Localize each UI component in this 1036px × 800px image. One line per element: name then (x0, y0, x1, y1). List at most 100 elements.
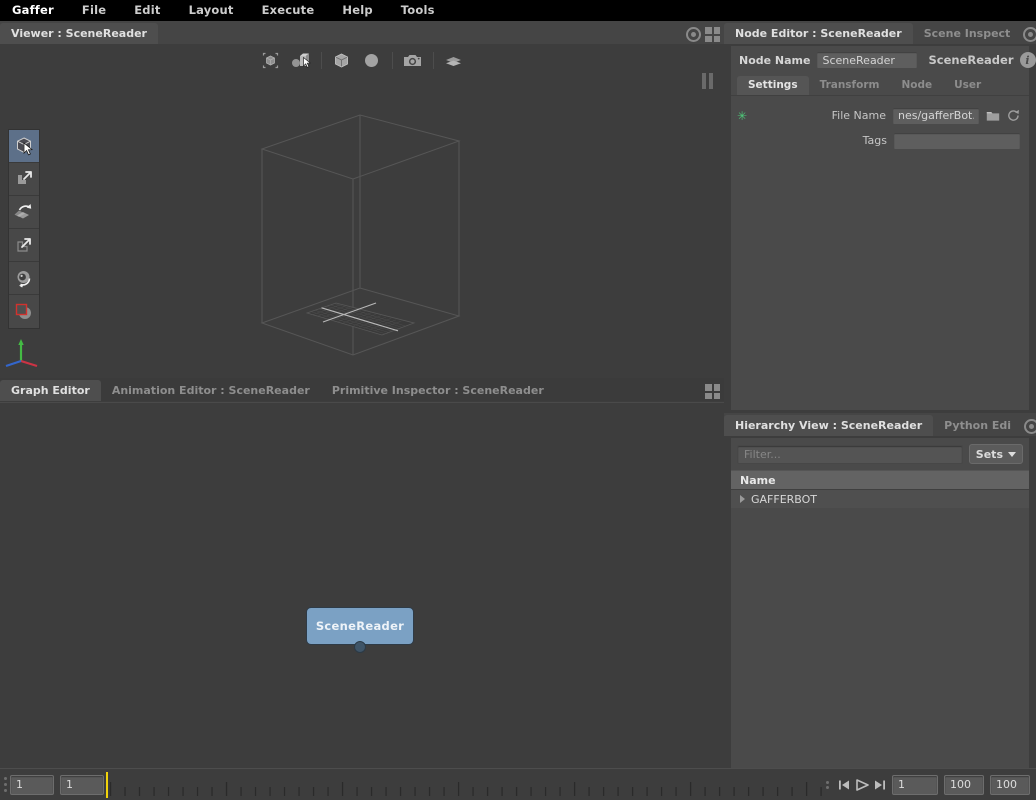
info-icon[interactable]: i (1019, 52, 1036, 68)
toolbar-separator-1 (320, 51, 322, 69)
tags-label: Tags (862, 134, 887, 147)
tree-row-label: GAFFERBOT (751, 492, 818, 506)
scale-tool[interactable] (9, 229, 39, 262)
viewer-tabbar: Viewer : SceneReader (0, 21, 724, 45)
viewer-corner-icons (684, 27, 724, 44)
timeline-end-frame-input[interactable] (944, 774, 984, 795)
pin-target-icon[interactable] (1023, 27, 1036, 42)
skip-to-end-button[interactable] (872, 776, 888, 794)
tab-viewer[interactable]: Viewer : SceneReader (0, 23, 158, 44)
tab-hierarchy-view[interactable]: Hierarchy View : SceneReader (724, 415, 934, 436)
camera-tool[interactable] (9, 262, 39, 295)
file-name-label: File Name (831, 109, 886, 122)
graph-corner-icons (703, 384, 724, 401)
node-editor-subtabs: Settings Transform Node User (731, 74, 1029, 96)
node-name-input[interactable] (816, 51, 919, 69)
node-editor-panel: Node Editor : SceneReader Scene Inspect … (724, 21, 1036, 411)
timeline-start-frame-input[interactable] (10, 774, 54, 795)
translate-tool[interactable] (9, 163, 39, 196)
param-row-tags: Tags (735, 131, 1021, 150)
subtab-user[interactable]: User (943, 76, 992, 95)
tab-primitive-inspector[interactable]: Primitive Inspector : SceneReader (321, 380, 555, 401)
node-editor-body: Node Name SceneReader i Settings Transfo… (730, 45, 1036, 411)
parameter-area: ✳ File Name Tags (731, 96, 1029, 150)
viewer-body[interactable] (0, 45, 724, 378)
subtab-node[interactable]: Node (890, 76, 943, 95)
chevron-down-icon (1008, 451, 1016, 457)
axis-gizmo (5, 339, 38, 368)
rotate-tool[interactable] (9, 196, 39, 229)
pin-target-icon[interactable] (686, 27, 701, 42)
viewer-pause-handle[interactable] (702, 73, 716, 89)
menu-layout[interactable]: Layout (175, 0, 248, 21)
filter-input[interactable] (737, 444, 963, 464)
node-editor-tabbar: Node Editor : SceneReader Scene Inspect (724, 21, 1036, 45)
left-panel-column: Viewer : SceneReader Graph Editor Animat… (0, 21, 724, 768)
tab-node-editor[interactable]: Node Editor : SceneReader (724, 23, 913, 44)
node-name-row: Node Name SceneReader i (731, 46, 1036, 74)
expand-chevron-icon[interactable] (740, 495, 745, 503)
node-editor-corner-icons (1021, 27, 1036, 44)
menu-execute[interactable]: Execute (248, 0, 329, 21)
menu-edit[interactable]: Edit (120, 0, 174, 21)
pin-target-icon[interactable] (1024, 419, 1036, 434)
graph-node-output-plug[interactable] (354, 641, 366, 653)
select-tool[interactable] (9, 130, 39, 163)
file-name-input[interactable] (892, 106, 980, 125)
viewer-top-toolbar (0, 45, 724, 75)
graph-editor-tabbar: Graph Editor Animation Editor : SceneRea… (0, 378, 724, 402)
timeline-bar (0, 768, 1036, 800)
timeline-ticks (109, 781, 822, 796)
bound-display-icon[interactable] (257, 48, 285, 72)
menu-tools[interactable]: Tools (387, 0, 449, 21)
graph-editor-canvas[interactable]: SceneReader (0, 402, 724, 768)
graph-node-scenereader[interactable]: SceneReader (306, 607, 414, 645)
viewport-3d[interactable] (0, 45, 724, 378)
hierarchy-corner-icons (1022, 419, 1036, 436)
shaded-sphere-icon[interactable] (358, 48, 386, 72)
hierarchy-tabbar: Hierarchy View : SceneReader Python Edi (724, 413, 1036, 437)
wireframe-cube-icon[interactable] (328, 48, 356, 72)
timeline-grip-left[interactable] (0, 772, 10, 798)
timeline-playhead-frame-input[interactable] (892, 774, 938, 795)
file-name-animated-indicator[interactable]: ✳ (735, 110, 749, 122)
graph-editor-panel: Graph Editor Animation Editor : SceneRea… (0, 378, 724, 768)
tree-column-header-name[interactable]: Name (731, 470, 1029, 490)
subtab-settings[interactable]: Settings (737, 76, 809, 95)
tab-animation-editor[interactable]: Animation Editor : SceneReader (101, 380, 321, 401)
viewer-panel: Viewer : SceneReader (0, 21, 724, 378)
timeline-range-input[interactable] (990, 774, 1030, 795)
timeline-grip-right[interactable] (822, 772, 832, 798)
subtab-transform[interactable]: Transform (809, 76, 891, 95)
tags-input[interactable] (893, 131, 1021, 150)
tab-scene-inspector[interactable]: Scene Inspect (913, 23, 1022, 44)
layers-icon[interactable] (440, 48, 468, 72)
hierarchy-view-panel: Hierarchy View : SceneReader Python Edi … (724, 411, 1036, 770)
tab-python-editor[interactable]: Python Edi (933, 415, 1022, 436)
menu-gaffer[interactable]: Gaffer (0, 0, 68, 21)
play-button[interactable] (854, 776, 870, 794)
right-panel-column: Node Editor : SceneReader Scene Inspect … (724, 21, 1036, 770)
layout-grid-icon[interactable] (705, 27, 720, 42)
viewer-left-toolbar (8, 129, 40, 329)
node-name-label: Node Name (739, 53, 811, 67)
folder-browse-icon[interactable] (986, 109, 1000, 123)
timeline-playhead[interactable] (106, 771, 108, 798)
sets-dropdown-button[interactable]: Sets (968, 444, 1023, 464)
node-type-label: SceneReader (928, 53, 1014, 67)
sets-label: Sets (975, 447, 1003, 461)
reload-icon[interactable] (1006, 108, 1021, 123)
tab-graph-editor[interactable]: Graph Editor (0, 380, 101, 401)
menu-file[interactable]: File (68, 0, 120, 21)
param-row-file-name: ✳ File Name (735, 106, 1021, 125)
camera-icon[interactable] (399, 48, 427, 72)
timeline-current-frame-input[interactable] (60, 774, 104, 795)
shading-mode-icon[interactable] (287, 48, 315, 72)
crop-window-tool[interactable] (9, 295, 39, 328)
layout-grid-icon[interactable] (705, 384, 720, 399)
menu-help[interactable]: Help (328, 0, 386, 21)
timeline-ruler[interactable] (106, 771, 822, 798)
skip-to-start-button[interactable] (836, 776, 852, 794)
tree-empty-area[interactable] (731, 508, 1029, 770)
tree-row-gafferbot[interactable]: GAFFERBOT (731, 490, 1029, 508)
